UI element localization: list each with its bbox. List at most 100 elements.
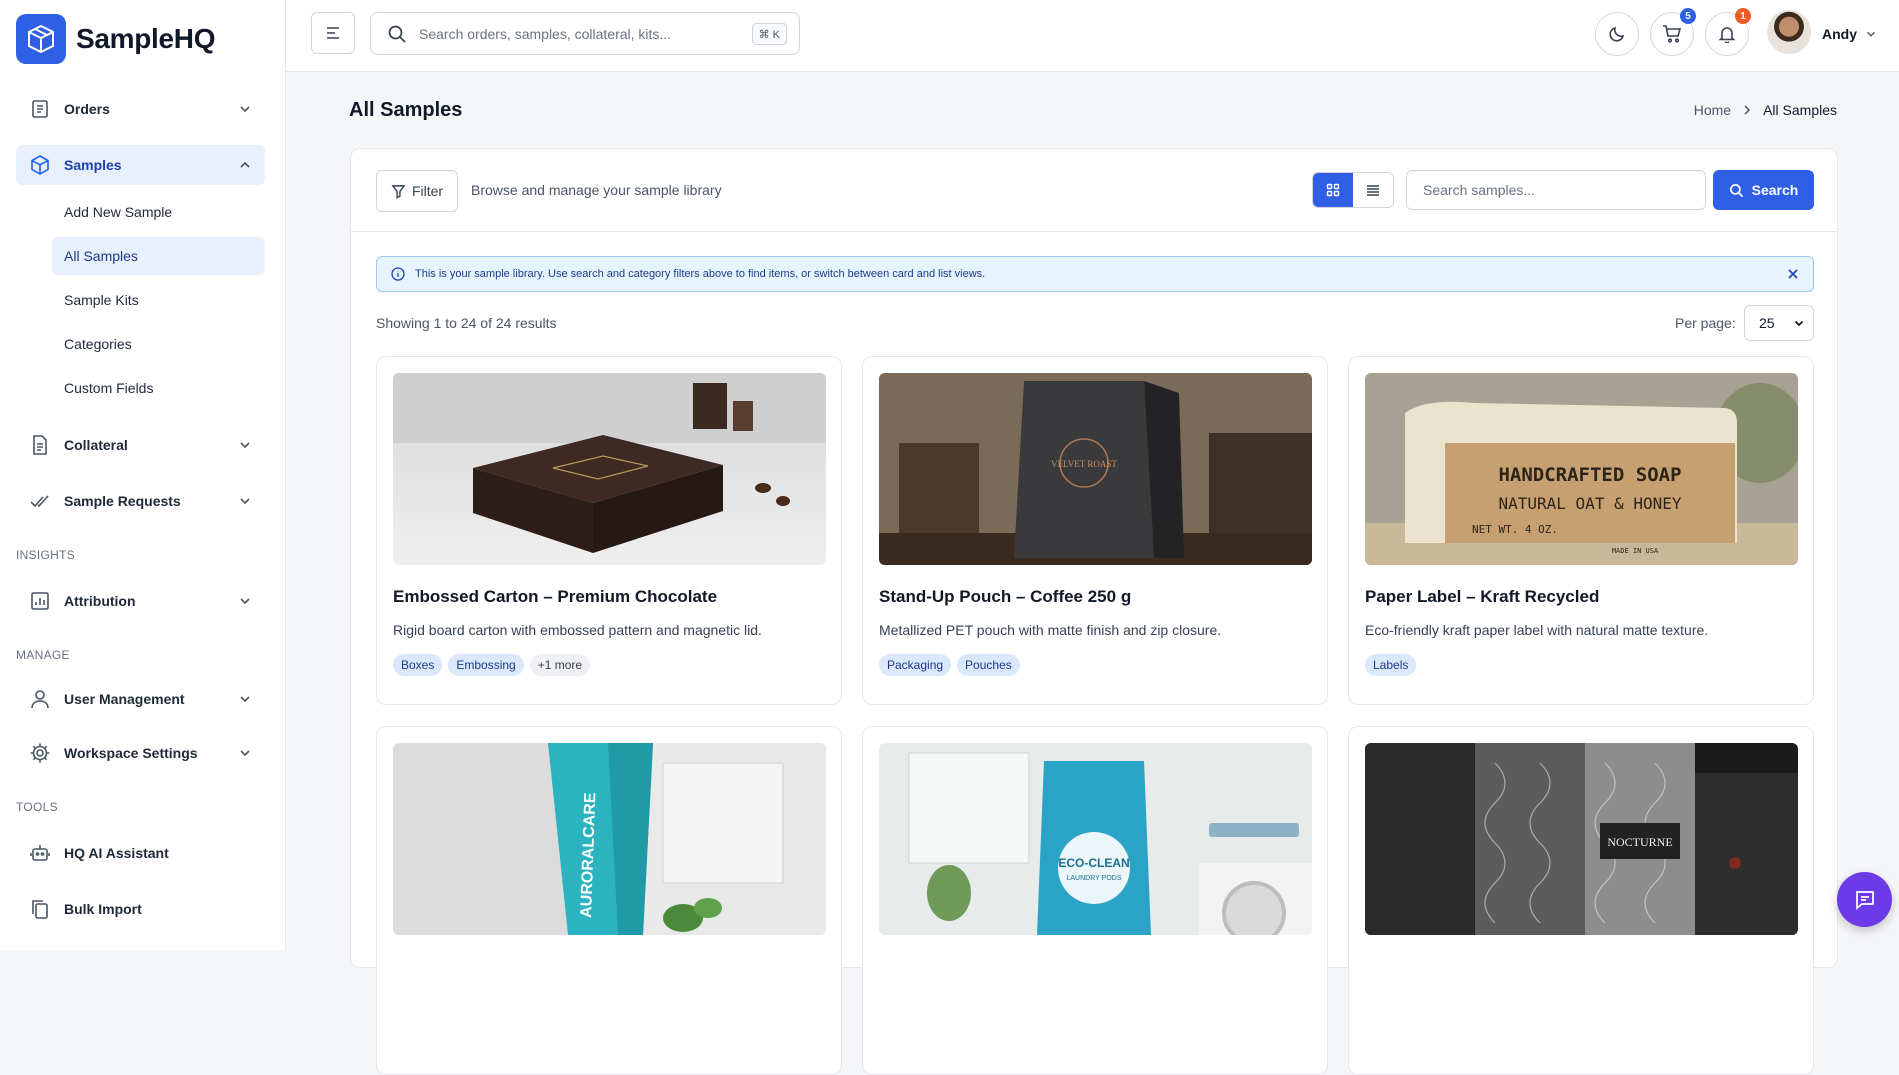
perfume-box-text: NOCTURNE — [1607, 835, 1672, 849]
user-avatar[interactable] — [1767, 10, 1811, 54]
chevron-down-icon — [1794, 320, 1804, 327]
logo-cube-icon — [16, 14, 66, 64]
breadcrumb-current: All Samples — [1763, 102, 1837, 118]
per-page-value: 25 — [1759, 315, 1775, 331]
soap-label-line2: NATURAL OAT & HONEY — [1498, 494, 1681, 513]
chevron-down-icon — [240, 498, 250, 505]
results-summary: Showing 1 to 24 of 24 results — [376, 315, 557, 331]
samples-toolbar: Filter Browse and manage your sample lib… — [351, 149, 1837, 232]
sidebar-item-label: Attribution — [64, 593, 136, 609]
soap-label-line1: HANDCRAFTED SOAP — [1498, 464, 1681, 486]
view-toggle — [1312, 172, 1394, 208]
sidebar-subitem-categories[interactable]: Categories — [52, 325, 265, 363]
filter-button[interactable]: Filter — [376, 170, 458, 212]
chevron-down-icon[interactable] — [1864, 27, 1878, 41]
sidebar-subitem-custom-fields[interactable]: Custom Fields — [52, 369, 265, 407]
coffee-pouch-image: VELVET ROAST — [879, 373, 1312, 565]
sample-card[interactable]: AURORALCARE — [376, 726, 842, 1075]
search-button[interactable]: Search — [1713, 170, 1814, 210]
sidebar-item-label: Samples — [64, 157, 122, 173]
sidebar-item-ai-assistant[interactable]: HQ AI Assistant — [16, 833, 265, 873]
moon-icon — [1609, 26, 1625, 42]
app-logo[interactable]: SampleHQ — [16, 14, 216, 64]
sample-card[interactable]: VELVET ROAST Stand-Up Pouch – Coffee 250… — [862, 356, 1328, 705]
more-tags-badge[interactable]: +1 more — [529, 654, 591, 676]
samples-panel: Filter Browse and manage your sample lib… — [350, 148, 1838, 1075]
cart-count-badge: 5 — [1680, 8, 1696, 24]
cube-icon — [28, 153, 52, 177]
perfume-box-image: NOCTURNE — [1365, 743, 1798, 935]
sidebar-item-label: Workspace Settings — [64, 745, 198, 761]
chocolate-box-image — [393, 373, 826, 565]
global-search-input[interactable]: Search orders, samples, collateral, kits… — [370, 12, 800, 55]
close-icon[interactable] — [1787, 268, 1799, 280]
chevron-down-icon — [240, 750, 250, 757]
card-tags: Packaging Pouches — [879, 654, 1020, 676]
user-name[interactable]: Andy — [1822, 26, 1857, 42]
sidebar-item-sample-requests[interactable]: Sample Requests — [16, 481, 265, 521]
sample-card[interactable]: HANDCRAFTED SOAP NATURAL OAT & HONEY NET… — [1348, 356, 1814, 705]
cart-icon — [1663, 25, 1682, 43]
sidebar-subitem-sample-kits[interactable]: Sample Kits — [52, 281, 265, 319]
sidebar-item-collateral[interactable]: Collateral — [16, 425, 265, 465]
laundry-pouch-line1: ECO-CLEAN — [1058, 856, 1129, 870]
tag-badge[interactable]: Labels — [1365, 654, 1417, 676]
chevron-down-icon — [240, 442, 250, 449]
sidebar-item-orders[interactable]: Orders — [16, 89, 265, 129]
tag-badge[interactable]: Boxes — [393, 654, 443, 676]
search-icon — [1729, 183, 1743, 197]
bar-chart-icon — [28, 589, 52, 613]
chevron-down-icon — [240, 696, 250, 703]
menu-toggle-button[interactable] — [311, 12, 355, 54]
sidebar-item-bulk-import[interactable]: Bulk Import — [16, 889, 265, 929]
chat-button[interactable] — [1837, 872, 1892, 927]
tag-badge[interactable]: Pouches — [957, 654, 1020, 676]
chevron-down-icon — [240, 598, 250, 605]
cart-button[interactable]: 5 — [1650, 8, 1696, 56]
theme-toggle-button[interactable] — [1595, 12, 1639, 56]
info-message: This is your sample library. Use search … — [415, 268, 986, 280]
breadcrumb: Home All Samples — [1694, 102, 1837, 118]
app-name: SampleHQ — [76, 23, 216, 54]
section-label-manage: MANAGE — [16, 648, 70, 662]
bell-icon — [1718, 27, 1736, 43]
notifications-button[interactable]: 1 — [1705, 8, 1751, 56]
card-title[interactable]: Embossed Carton – Premium Chocolate — [393, 587, 717, 607]
laundry-pouch-image: ECO-CLEAN LAUNDRY PODS — [879, 743, 1312, 935]
filter-icon — [391, 184, 406, 199]
document-icon — [28, 433, 52, 457]
user-icon — [28, 687, 52, 711]
sidebar-item-label: HQ AI Assistant — [64, 845, 169, 861]
sample-search-input[interactable]: Search samples... — [1406, 170, 1706, 210]
breadcrumb-home[interactable]: Home — [1694, 102, 1731, 118]
card-title[interactable]: Stand-Up Pouch – Coffee 250 g — [879, 587, 1131, 607]
top-bar: Search orders, samples, collateral, kits… — [286, 0, 1899, 72]
sample-card[interactable]: Embossed Carton – Premium Chocolate Rigi… — [376, 356, 842, 705]
per-page-select[interactable]: 25 — [1744, 305, 1814, 341]
section-label-tools: TOOLS — [16, 800, 58, 814]
sidebar-item-user-management[interactable]: User Management — [16, 679, 265, 719]
sidebar-item-workspace-settings[interactable]: Workspace Settings — [16, 733, 265, 773]
toothpaste-tube-image: AURORALCARE — [393, 743, 826, 935]
menu-icon — [327, 27, 339, 39]
sidebar-subitem-add-new-sample[interactable]: Add New Sample — [52, 193, 265, 231]
grid-view-button[interactable] — [1313, 173, 1353, 207]
sample-card[interactable]: ECO-CLEAN LAUNDRY PODS — [862, 726, 1328, 1075]
sidebar-subitem-all-samples[interactable]: All Samples — [52, 237, 265, 275]
card-title[interactable]: Paper Label – Kraft Recycled — [1365, 587, 1599, 607]
sidebar-item-attribution[interactable]: Attribution — [16, 581, 265, 621]
info-alert: This is your sample library. Use search … — [376, 256, 1814, 292]
per-page-label: Per page: — [1675, 315, 1736, 331]
sidebar: SampleHQ Orders Samples Add New Sample A… — [0, 0, 286, 950]
chevron-up-icon — [240, 161, 250, 168]
search-placeholder: Search orders, samples, collateral, kits… — [419, 25, 672, 42]
list-view-button[interactable] — [1353, 173, 1393, 207]
sidebar-item-samples[interactable]: Samples — [16, 145, 265, 185]
soap-label-image: HANDCRAFTED SOAP NATURAL OAT & HONEY NET… — [1365, 373, 1798, 565]
sample-card[interactable]: NOCTURNE — [1348, 726, 1814, 1075]
soap-label-line4: MADE IN USA — [1612, 547, 1659, 555]
tag-badge[interactable]: Packaging — [879, 654, 952, 676]
tag-badge[interactable]: Embossing — [448, 654, 524, 676]
soap-label-line3: NET WT. 4 OZ. — [1472, 523, 1558, 536]
orders-icon — [28, 97, 52, 121]
